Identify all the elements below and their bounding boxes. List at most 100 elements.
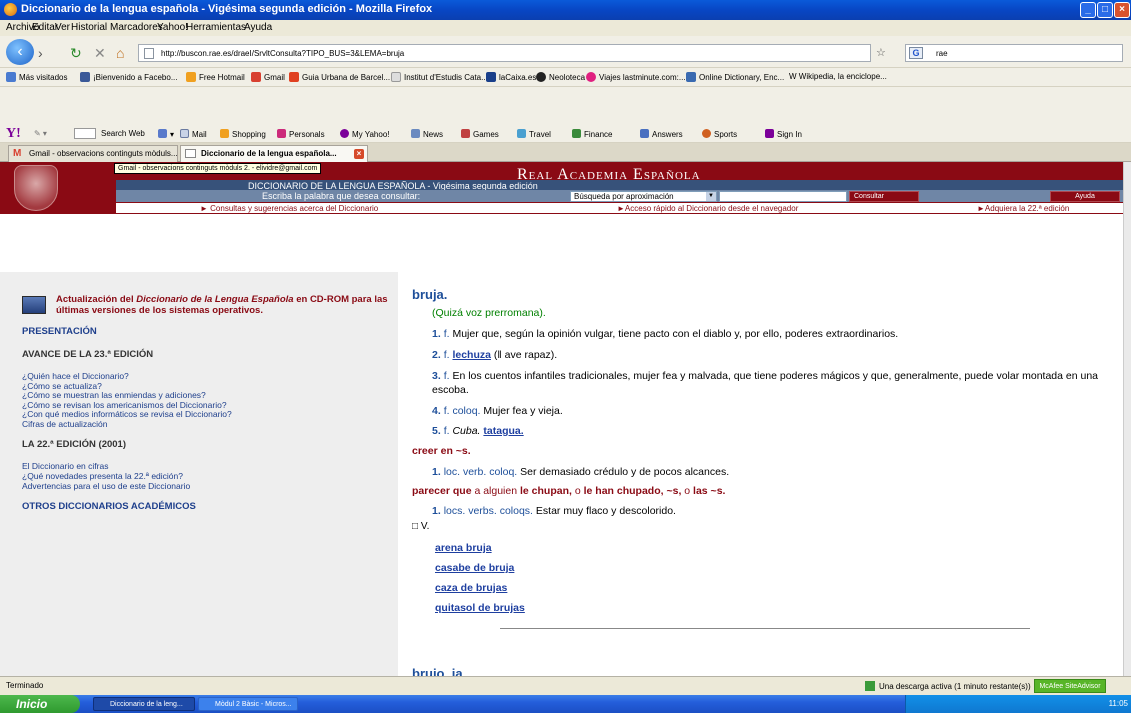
yahoo-answers[interactable]: Answers [640,129,683,139]
finance-icon [572,129,581,138]
next-headword: brujo, ja. [412,666,467,676]
yahoo-sports[interactable]: Sports [702,129,737,139]
bookmark-item[interactable]: Más visitados [6,72,67,82]
windows-taskbar: Inicio Diccionario de la leng... Mòdul 2… [0,695,1131,713]
menu-ver[interactable]: Ver [55,22,70,33]
avance-heading: AVANCE DE LA 23.ª EDICIÓN [22,349,154,360]
menu-ayuda[interactable]: Ayuda [244,22,272,33]
bookmark-item[interactable]: Viajes lastminute.com:... [586,72,686,82]
bookmark-item[interactable]: W Wikipedia, la enciclope... [789,72,887,81]
home-icon[interactable]: ⌂ [116,45,124,61]
pencil-icon[interactable]: ✎ ▾ [34,129,47,138]
ayuda-button[interactable]: Ayuda [1050,191,1120,202]
yahoo-news[interactable]: News [411,129,443,139]
see-also-link[interactable]: quitasol de brujas [435,602,525,614]
otros-diccionarios-link[interactable]: OTROS DICCIONARIOS ACADÉMICOS [22,501,196,512]
heart-icon [277,129,286,138]
start-button[interactable]: Inicio [0,695,80,713]
bookmark-item[interactable]: Free Hotmail [186,72,245,82]
download-status[interactable]: Una descarga activa (1 minuto restante(s… [865,681,1031,691]
phrase-creer-en-brujas: creer en ~s. [412,445,471,457]
yahoo-personals[interactable]: Personals [277,129,325,139]
cd-rom-icon [22,296,46,314]
menu-historial[interactable]: Historial [71,22,107,33]
sense-4: 4. f. coloq. Mujer fea y vieja. [432,405,563,417]
back-button[interactable]: ‹ [6,39,34,65]
yahoo-finance[interactable]: Finance [572,129,612,139]
stop-icon[interactable]: ✕ [94,45,106,62]
taskbar-firefox[interactable]: Diccionario de la leng... [93,697,195,711]
tab-label: Diccionario de la lengua española... [201,149,337,158]
url-bar[interactable]: http://buscon.rae.es/draeI/SrvltConsulta… [138,44,871,62]
menu-yahoo[interactable]: Yahoo! [157,22,188,33]
sense-5: 5. f. Cuba. tatagua. [432,425,524,437]
phrase1-sense: 1. loc. verb. coloq. Ser demasiado crédu… [432,466,730,478]
mcafee-siteadvisor-button[interactable]: McAfee SiteAdvisor [1034,679,1106,693]
rae-crest-logo[interactable] [14,165,58,211]
acceso-rapido-link[interactable]: ►Acceso rápido al Diccionario desde el n… [617,204,798,213]
avance-link[interactable]: ¿Quién hace el Diccionario? [22,371,129,381]
see-also-link[interactable]: caza de brujas [435,582,507,594]
yahoo-logo[interactable]: Y! [6,126,21,142]
cd-rom-link[interactable]: Actualización del Diccionario de la Leng… [56,294,396,316]
adquiera-link[interactable]: ►Adquiera la 22.ª edición [977,204,1069,213]
close-window-button[interactable]: × [1114,2,1130,18]
close-tab-icon[interactable]: × [354,149,364,159]
tab-gmail[interactable]: M Gmail - observacions continguts mòduls… [8,145,178,162]
rae-search-prompt: Escriba la palabra que desea consultar: [262,191,421,201]
phrase2-sense: 1. locs. verbs. coloqs. Estar muy flaco … [432,505,676,517]
yahoo-messenger[interactable]: ▾ [158,129,174,139]
reload-icon[interactable]: ↻ [70,45,82,62]
see-also-link[interactable]: arena bruja [435,542,492,554]
bookmark-item[interactable]: laCaixa.es [486,72,536,82]
menu-herramientas[interactable]: Herramientas [186,22,246,33]
minimize-button[interactable]: _ [1080,2,1096,18]
bookmark-item[interactable]: Institut d'Estudis Cata... [391,72,488,82]
page-content: Real Academia Española DICCIONARIO DE LA… [0,162,1123,676]
bookmark-item[interactable]: Gmail [251,72,285,82]
forward-button[interactable]: › [38,45,43,61]
tatagua-link[interactable]: tatagua. [483,425,523,437]
google-icon[interactable]: G [909,47,923,59]
lechuza-link[interactable]: lechuza [452,349,491,361]
yahoo-games[interactable]: Games [461,129,499,139]
avance-link[interactable]: ¿Con qué medios informáticos se revisa e… [22,409,232,419]
see-also-marker: □ V. [412,521,430,532]
yahoo-my-yahoo[interactable]: My Yahoo! [340,129,390,139]
rae-search-mode-select[interactable]: Búsqueda por aproximación ▼ [570,191,717,202]
presentacion-link[interactable]: PRESENTACIÓN [22,326,97,337]
taskbar-word[interactable]: Mòdul 2 Bàsic - Micros... [198,697,298,711]
edicion22-link[interactable]: Advertencias para el uso de este Diccion… [22,481,190,491]
yahoo-travel[interactable]: Travel [517,129,551,139]
yahoo-shopping[interactable]: Shopping [220,129,266,139]
bookmark-item[interactable]: ¡Bienvenido a Facebo... [80,72,178,82]
consultas-link[interactable]: ► Consultas y sugerencias acerca del Dic… [200,204,378,213]
bookmark-icon [6,72,16,82]
edicion22-link[interactable]: El Diccionario en cifras [22,461,108,471]
yahoo-sign-in[interactable]: Sign In [765,129,802,139]
bookmark-item[interactable]: Neoloteca [536,72,585,82]
web-search-input[interactable]: G rae [905,44,1123,62]
tab-diccionario[interactable]: Diccionario de la lengua española... × [180,145,368,162]
yahoo-search-web[interactable]: Search Web [101,129,145,138]
my-yahoo-icon [340,129,349,138]
see-also-link[interactable]: casabe de bruja [435,562,514,574]
avance-link[interactable]: Cifras de actualización [22,419,108,429]
edicion22-link[interactable]: ¿Qué novedades presenta la 22.ª edición? [22,471,183,481]
left-sidebar: Actualización del Diccionario de la Leng… [0,272,398,676]
vertical-scrollbar[interactable] [1123,162,1131,676]
menu-marcadores[interactable]: Marcadores [110,22,163,33]
maximize-button[interactable]: □ [1097,2,1113,18]
tab-bar: M Gmail - observacions continguts mòduls… [0,143,1131,162]
system-tray: 11:05 [905,695,1131,713]
yahoo-search-input[interactable] [74,128,96,139]
bookmark-item[interactable]: Guia Urbana de Barcel... [289,72,390,82]
mail-icon [180,129,189,138]
yahoo-mail[interactable]: Mail [180,129,207,139]
rae-word-input[interactable] [719,191,847,202]
bookmark-star-icon[interactable]: ☆ [876,46,886,59]
bookmark-item[interactable]: Online Dictionary, Enc... [686,72,784,82]
phrase-parecer-que: parecer que a alguien le chupan, o le ha… [412,485,726,497]
consultar-button[interactable]: Consultar [849,191,919,202]
avance-link[interactable]: ¿Cómo se muestran las enmiendas y adicio… [22,390,206,400]
